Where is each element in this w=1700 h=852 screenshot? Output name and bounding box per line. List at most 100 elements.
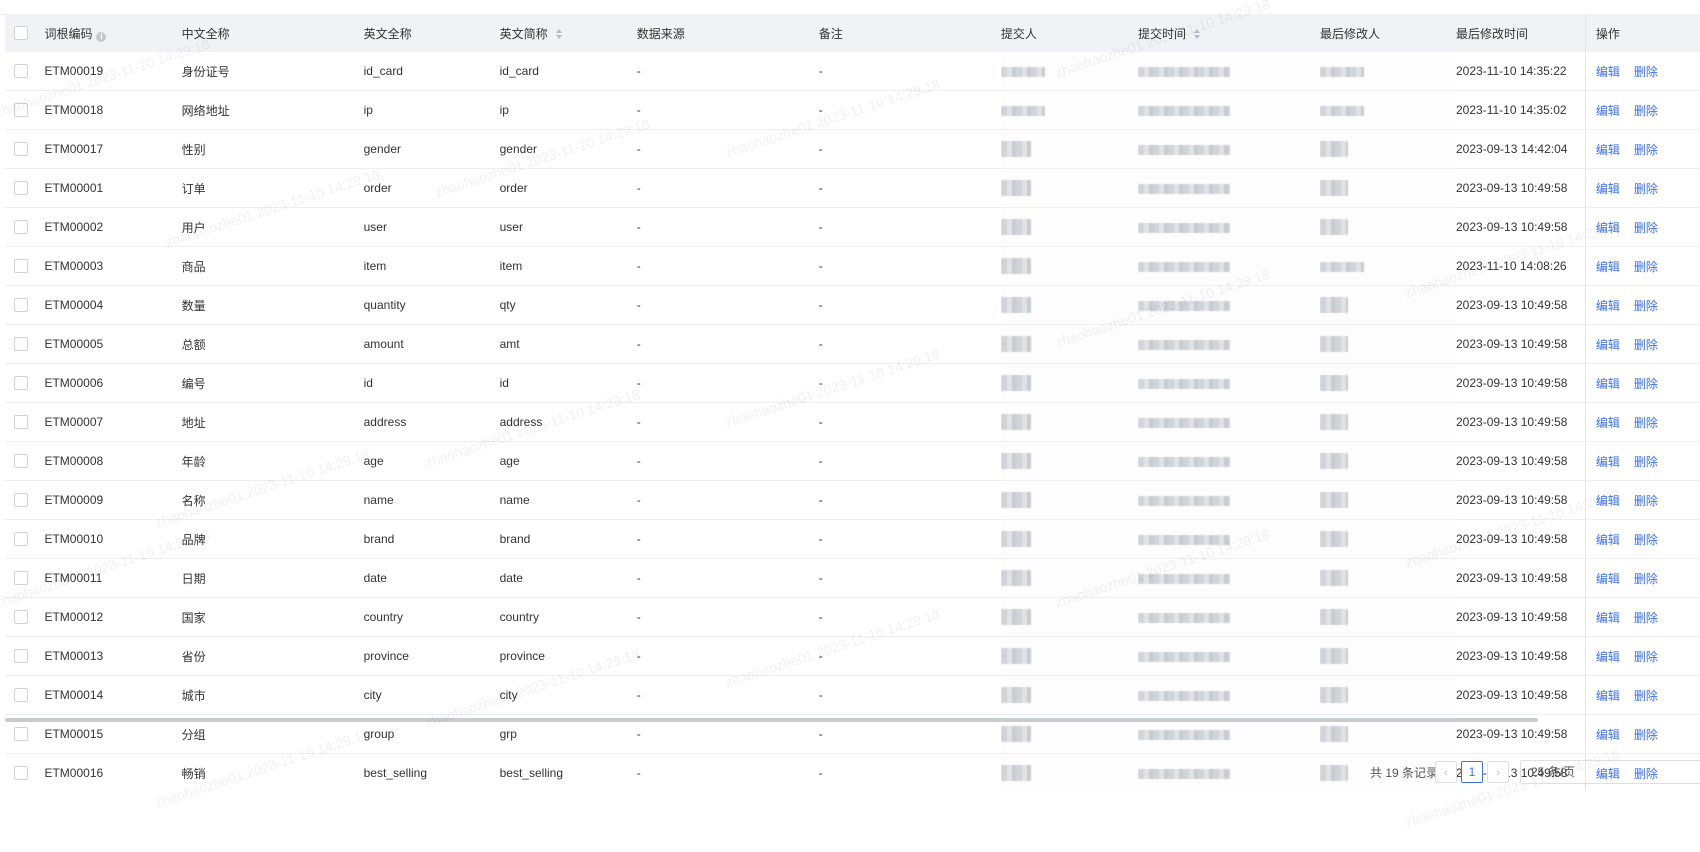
edit-link[interactable]: 编辑	[1596, 182, 1620, 196]
delete-link[interactable]: 删除	[1634, 299, 1658, 313]
row-checkbox[interactable]	[14, 103, 28, 118]
delete-link[interactable]: 删除	[1634, 572, 1658, 586]
delete-link[interactable]: 删除	[1634, 221, 1658, 235]
col-header-submit-time[interactable]: 提交时间	[1137, 14, 1320, 52]
row-checkbox[interactable]	[14, 259, 28, 274]
cell-code: ETM00014	[44, 675, 182, 715]
cell-en-name: name	[363, 480, 500, 520]
redacted-submit-time	[1137, 378, 1230, 389]
col-header-en-abbr[interactable]: 英文简称	[499, 14, 637, 52]
delete-link[interactable]: 删除	[1634, 689, 1658, 703]
edit-link[interactable]: 编辑	[1596, 104, 1620, 118]
edit-link[interactable]: 编辑	[1596, 416, 1620, 430]
delete-link[interactable]: 删除	[1634, 455, 1658, 469]
edit-link[interactable]: 编辑	[1596, 143, 1620, 157]
next-page-button[interactable]: ›	[1487, 761, 1509, 783]
table-row: ETM00007 地址 address address - -2023-09-13 10:…	[5, 402, 1700, 442]
row-checkbox[interactable]	[14, 142, 28, 157]
redacted-submitter	[1000, 141, 1031, 157]
edit-link[interactable]: 编辑	[1596, 611, 1620, 625]
cell-code: ETM00007	[44, 402, 182, 442]
edit-link[interactable]: 编辑	[1596, 650, 1620, 664]
delete-link[interactable]: 删除	[1634, 143, 1658, 157]
select-all-checkbox[interactable]	[14, 26, 28, 41]
row-checkbox[interactable]	[14, 727, 28, 742]
delete-link[interactable]: 删除	[1634, 650, 1658, 664]
edit-link[interactable]: 编辑	[1596, 260, 1620, 274]
cell-modifier	[1320, 519, 1456, 559]
row-checkbox[interactable]	[14, 376, 28, 391]
redacted-submitter	[1000, 453, 1031, 469]
redacted-submit-time	[1137, 105, 1230, 116]
row-checkbox[interactable]	[14, 415, 28, 430]
row-select-cell	[5, 207, 45, 247]
cell-en-abbr: id	[499, 363, 637, 403]
cell-en-name: user	[363, 207, 500, 247]
delete-link[interactable]: 删除	[1634, 338, 1658, 352]
row-checkbox[interactable]	[14, 532, 28, 547]
cell-modifier	[1320, 168, 1456, 208]
delete-link[interactable]: 删除	[1634, 533, 1658, 547]
col-header-modify-time: 最后修改时间	[1456, 14, 1586, 52]
row-checkbox[interactable]	[14, 337, 28, 352]
info-icon[interactable]: i	[96, 31, 107, 42]
row-select-cell	[5, 519, 45, 559]
delete-link[interactable]: 删除	[1634, 728, 1658, 742]
cell-cn-name: 地址	[181, 402, 364, 442]
row-checkbox[interactable]	[14, 649, 28, 664]
row-checkbox[interactable]	[14, 298, 28, 313]
row-checkbox[interactable]	[14, 571, 28, 586]
row-checkbox[interactable]	[14, 181, 28, 196]
page-size-select[interactable]: 25 条/页	[1520, 760, 1700, 784]
cell-code: ETM00002	[44, 207, 182, 247]
delete-link[interactable]: 删除	[1634, 104, 1658, 118]
row-checkbox[interactable]	[14, 64, 28, 79]
edit-link[interactable]: 编辑	[1596, 494, 1620, 508]
cell-ops: 编辑 删除	[1584, 480, 1700, 520]
redacted-submit-time	[1137, 729, 1230, 740]
prev-page-button[interactable]: ‹	[1435, 761, 1457, 783]
edit-link[interactable]: 编辑	[1596, 221, 1620, 235]
cell-submit-time	[1137, 90, 1320, 130]
delete-link[interactable]: 删除	[1634, 611, 1658, 625]
delete-link[interactable]: 删除	[1634, 182, 1658, 196]
cell-modify-time: 2023-09-13 10:49:58	[1456, 558, 1586, 598]
cell-remark: -	[818, 753, 1001, 790]
edit-link[interactable]: 编辑	[1596, 65, 1620, 79]
redacted-submit-time	[1137, 222, 1230, 233]
cell-modifier	[1320, 285, 1456, 325]
edit-link[interactable]: 编辑	[1596, 377, 1620, 391]
edit-link[interactable]: 编辑	[1596, 455, 1620, 469]
delete-link[interactable]: 删除	[1634, 416, 1658, 430]
edit-link[interactable]: 编辑	[1596, 689, 1620, 703]
horizontal-scrollbar[interactable]	[5, 718, 1538, 722]
edit-link[interactable]: 编辑	[1596, 572, 1620, 586]
cell-modify-time: 2023-09-13 14:42:04	[1456, 129, 1586, 169]
cell-modifier	[1320, 441, 1456, 481]
edit-link[interactable]: 编辑	[1596, 728, 1620, 742]
row-checkbox[interactable]	[14, 220, 28, 235]
delete-link[interactable]: 删除	[1634, 260, 1658, 274]
edit-link[interactable]: 编辑	[1596, 299, 1620, 313]
row-checkbox[interactable]	[14, 766, 28, 781]
redacted-modifier	[1320, 141, 1348, 157]
row-checkbox[interactable]	[14, 688, 28, 703]
cell-code: ETM00003	[44, 246, 182, 286]
cell-cn-name: 城市	[181, 675, 364, 715]
edit-link[interactable]: 编辑	[1596, 338, 1620, 352]
delete-link[interactable]: 删除	[1634, 494, 1658, 508]
row-checkbox[interactable]	[14, 454, 28, 469]
edit-link[interactable]: 编辑	[1596, 533, 1620, 547]
delete-link[interactable]: 删除	[1634, 377, 1658, 391]
cell-submitter	[1000, 324, 1138, 364]
cell-source: -	[636, 480, 819, 520]
row-checkbox[interactable]	[14, 610, 28, 625]
cell-submitter	[1000, 402, 1138, 442]
cell-cn-name: 性别	[181, 129, 364, 169]
page-number-button[interactable]: 1	[1461, 761, 1483, 783]
cell-ops: 编辑 删除	[1584, 285, 1700, 325]
delete-link[interactable]: 删除	[1634, 65, 1658, 79]
sort-icon[interactable]	[555, 29, 562, 40]
row-checkbox[interactable]	[14, 493, 28, 508]
sort-icon[interactable]	[1193, 29, 1200, 40]
